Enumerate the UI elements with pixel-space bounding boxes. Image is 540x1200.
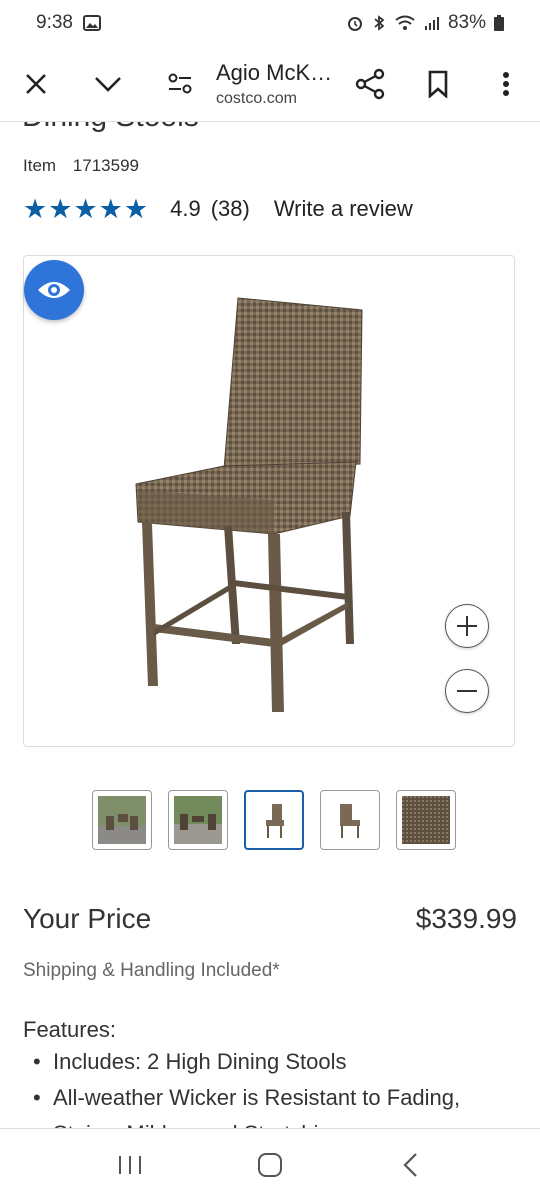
bluetooth-icon <box>374 15 385 31</box>
thumbnail-2[interactable] <box>168 790 228 850</box>
close-icon <box>26 73 46 94</box>
zoom-in-icon <box>457 616 477 636</box>
price-row: Your Price $339.99 <box>23 903 517 935</box>
star-icon: ★ <box>123 193 149 224</box>
star-icon: ★ <box>98 193 123 224</box>
gallery-icon <box>82 15 101 31</box>
thumbnail-image <box>174 796 222 844</box>
star-icon: ★ <box>48 193 73 224</box>
tune-icon <box>168 73 192 93</box>
thumbnail-3[interactable] <box>244 790 304 850</box>
thumbnail-image <box>402 796 450 844</box>
price-value: $339.99 <box>415 903 517 934</box>
feature-item: All-weather Wicker is Resistant to Fadin… <box>33 1080 523 1116</box>
item-number-line: Item 1713599 <box>23 156 139 176</box>
write-review-link[interactable]: Write a review <box>274 196 413 222</box>
page-url: costco.com <box>216 89 297 107</box>
item-label: Item <box>23 156 57 175</box>
status-bar: 9:38 83% <box>0 0 540 46</box>
zoom-out-button[interactable] <box>445 669 489 713</box>
star-rating[interactable]: ★ ★ ★ ★ ★ <box>23 193 149 224</box>
share-icon <box>355 68 385 99</box>
bookmark-button[interactable] <box>404 46 472 122</box>
feature-item: Includes: 2 High Dining Stools <box>33 1044 523 1080</box>
price-label: Your Price <box>23 903 152 934</box>
thumbnail-5[interactable] <box>396 790 456 850</box>
bookmark-icon <box>428 70 448 98</box>
product-image <box>135 297 363 712</box>
item-number: 1713599 <box>72 156 139 175</box>
chevron-down-icon <box>95 76 121 92</box>
signal-icon <box>424 17 439 30</box>
eye-icon <box>38 282 70 298</box>
home-icon <box>258 1152 282 1177</box>
close-button[interactable] <box>0 46 72 122</box>
back-icon <box>403 1152 417 1177</box>
more-options-button[interactable] <box>472 46 540 122</box>
share-button[interactable] <box>336 46 404 122</box>
minimize-button[interactable] <box>72 46 144 122</box>
thumbnail-image <box>98 796 146 844</box>
browser-toolbar: Agio McK… costco.com <box>0 46 540 122</box>
thumbnail-strip <box>92 790 456 850</box>
rating-value: 4.9 <box>170 196 201 221</box>
recents-button[interactable] <box>100 1135 160 1195</box>
status-icons: 83% <box>346 12 504 34</box>
thumbnail-1[interactable] <box>92 790 152 850</box>
product-image-viewer[interactable] <box>23 255 515 747</box>
shipping-note: Shipping & Handling Included* <box>23 960 280 981</box>
review-count[interactable]: (38) <box>211 196 250 222</box>
status-time: 9:38 <box>36 12 73 33</box>
page-info[interactable]: Agio McK… costco.com <box>216 60 336 108</box>
more-vert-icon <box>503 71 509 96</box>
back-button[interactable] <box>380 1135 440 1195</box>
zoom-out-icon <box>457 690 477 692</box>
system-nav-bar <box>0 1128 540 1200</box>
battery-percent: 83% <box>447 12 486 33</box>
thumbnail-image <box>250 796 298 844</box>
wifi-icon <box>395 15 415 30</box>
star-icon: ★ <box>73 193 98 224</box>
star-icon: ★ <box>23 193 48 224</box>
features-heading: Features: <box>23 1017 116 1042</box>
home-button[interactable] <box>240 1135 300 1195</box>
rating-row: ★ ★ ★ ★ ★ 4.9 (38) Write a review <box>23 193 413 225</box>
thumbnail-image <box>326 796 374 844</box>
view-3d-button[interactable] <box>24 260 84 320</box>
page-title: Agio McK… <box>216 59 333 85</box>
site-settings-button[interactable] <box>144 46 216 122</box>
thumbnail-4[interactable] <box>320 790 380 850</box>
zoom-in-button[interactable] <box>445 604 489 648</box>
battery-icon <box>494 15 504 31</box>
alarm-icon <box>347 17 362 31</box>
recents-icon <box>119 1155 141 1174</box>
